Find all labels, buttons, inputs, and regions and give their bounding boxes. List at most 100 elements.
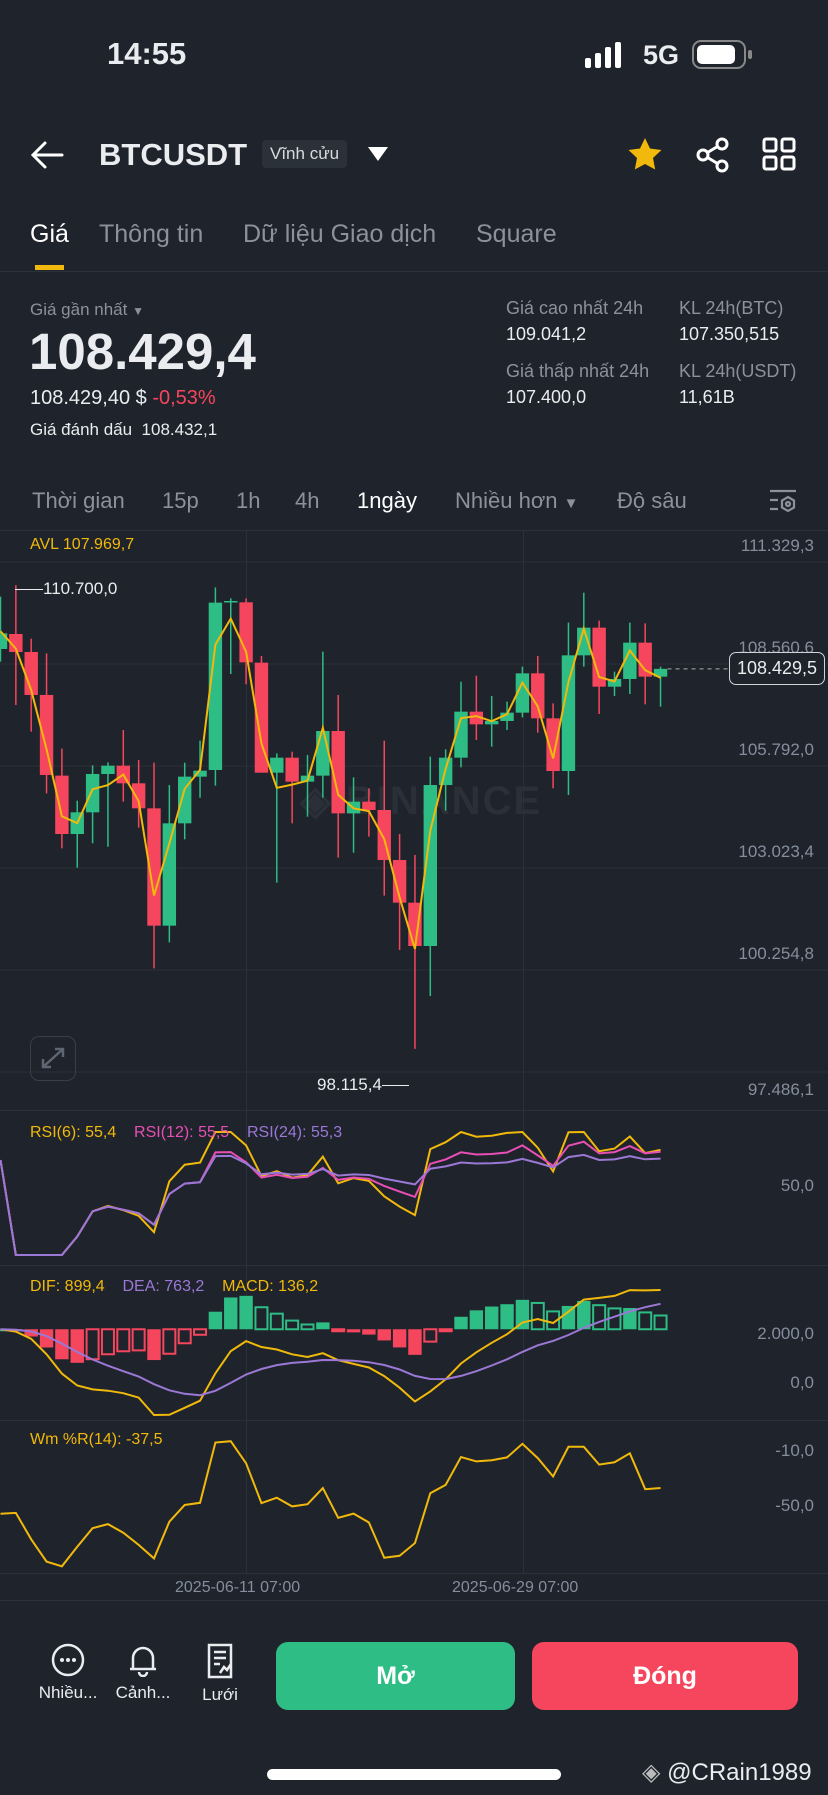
tab-price[interactable]: Giá [30, 220, 69, 249]
interval-more-label: Nhiều hơn [455, 488, 558, 513]
vol-usdt-label: KL 24h(USDT) [679, 361, 797, 381]
last-price: 108.429,4 [29, 323, 256, 380]
candle-body [162, 823, 177, 926]
binance-logo-icon: ◈ [642, 1759, 661, 1786]
macd-bar [177, 1328, 192, 1345]
dif-label: DIF: 899,4 [30, 1278, 105, 1295]
interval-more[interactable]: Nhiều hơn ▼ [455, 488, 578, 514]
macd-label: MACD: 136,2 [222, 1278, 319, 1295]
panel-divider [0, 1600, 828, 1601]
symbol-title[interactable]: BTCUSDT [99, 137, 247, 173]
status-time: 14:55 [107, 36, 187, 71]
open-position-button[interactable]: Mở [276, 1642, 515, 1710]
macd-bar [70, 1329, 84, 1363]
price-usd: 108.429,40 $ [30, 387, 147, 409]
panel-divider [0, 1573, 828, 1574]
macd-bar [269, 1312, 284, 1331]
active-tab-indicator [35, 265, 64, 270]
credit-text: @CRain1989 [667, 1759, 812, 1786]
macd-bar [438, 1328, 453, 1333]
rsi24-label: RSI(24): 55,3 [246, 1124, 343, 1141]
macd-bar [316, 1322, 330, 1330]
tab-square[interactable]: Square [476, 220, 557, 249]
macd-bar [162, 1328, 177, 1355]
tab-trading-data[interactable]: Dữ liệu Giao dịch [243, 220, 436, 249]
rsi12-label: RSI(12): 55,5 [134, 1124, 230, 1141]
network-label: 5G [643, 40, 680, 70]
low-marker-label: 98.115,4 [317, 1075, 382, 1094]
macd-bar [100, 1328, 115, 1356]
rsi6-line [0, 1130, 661, 1256]
chart-settings-icon[interactable] [768, 488, 798, 516]
macd-bar [454, 1316, 468, 1330]
candle-body [531, 673, 545, 719]
favorite-star-icon[interactable] [627, 137, 663, 171]
macd-bar [500, 1304, 514, 1330]
expand-icon [41, 1047, 65, 1069]
macd-bar [392, 1329, 407, 1348]
rsi12-line [0, 1140, 661, 1256]
grid-document-icon [207, 1643, 233, 1679]
interval-1d[interactable]: 1ngày [357, 488, 417, 514]
macd-bar [485, 1306, 499, 1330]
more-button[interactable]: Nhiều... [38, 1643, 98, 1703]
high-24h-value: 109.041,2 [506, 324, 587, 344]
last-price-label[interactable]: Giá gần nhất ▼ [30, 300, 144, 320]
macd-bar [592, 1304, 607, 1331]
interval-time[interactable]: Thời gian [32, 488, 125, 514]
candle-body [362, 801, 376, 810]
macd-bar [469, 1310, 484, 1330]
credit-watermark: ◈ @CRain1989 [642, 1758, 812, 1787]
ma-line [0, 616, 661, 950]
candlestick-chart[interactable] [0, 530, 828, 1110]
low-24h-label: Giá thấp nhất 24h [506, 361, 650, 381]
expand-chart-button[interactable] [30, 1036, 76, 1081]
macd-bar [147, 1329, 161, 1361]
price-axis-label: 103.023,4 [738, 841, 814, 861]
macd-bar [285, 1319, 300, 1331]
high-24h-label: Giá cao nhất 24h [506, 298, 644, 318]
symbol-dropdown-icon[interactable] [368, 147, 388, 161]
close-position-button[interactable]: Đóng [532, 1642, 798, 1710]
macd-bar [254, 1306, 269, 1331]
interval-1h[interactable]: 1h [236, 488, 260, 514]
macd-bar [85, 1328, 100, 1361]
candle-body [224, 600, 238, 603]
price-axis-label: 100.254,8 [738, 943, 814, 963]
candle-body [101, 765, 115, 774]
macd-bar [638, 1311, 653, 1331]
interval-15m[interactable]: 15p [162, 488, 199, 514]
caret-down-icon: ▼ [132, 304, 144, 318]
candle-body [316, 731, 330, 776]
signal-icon [585, 42, 621, 68]
vol-usdt-value: 11,61B [679, 387, 735, 407]
candle-body [85, 773, 100, 813]
macd-bar [423, 1328, 438, 1343]
macd-bar [346, 1329, 361, 1333]
mark-price-label: Giá đánh dấu [30, 420, 133, 439]
battery-icon [692, 40, 752, 69]
rsi-legend: RSI(6): 55,4 RSI(12): 55,5 RSI(24): 55,3 [30, 1124, 342, 1142]
mark-price-line: Giá đánh dấu 108.432,1 [30, 420, 217, 440]
grid-bot-button[interactable]: Lưới [190, 1643, 250, 1705]
macd-bar [116, 1328, 131, 1353]
divider [0, 271, 828, 272]
depth-tab[interactable]: Độ sâu [617, 488, 687, 514]
macd-bar [530, 1301, 545, 1331]
last-price-label-text: Giá gần nhất [30, 300, 128, 319]
macd-bar [239, 1295, 253, 1330]
candle-body [270, 757, 284, 773]
tab-info[interactable]: Thông tin [99, 220, 203, 249]
share-icon[interactable] [696, 137, 730, 173]
caret-down-icon: ▼ [563, 495, 579, 512]
price-axis-label: 105.792,0 [738, 740, 814, 759]
price-usd-line: 108.429,40 $ -0,53% [30, 387, 216, 410]
alert-button[interactable]: Cảnh... [113, 1643, 173, 1703]
price-axis-label: 111.329,3 [740, 536, 814, 555]
back-arrow-icon[interactable] [30, 140, 64, 170]
low-marker: 98.115,4 [317, 1075, 409, 1095]
layout-grid-icon[interactable] [762, 137, 796, 171]
interval-4h[interactable]: 4h [295, 488, 319, 514]
vol-btc-label: KL 24h(BTC) [679, 298, 784, 318]
wr-axis-50: -50,0 [775, 1496, 814, 1515]
